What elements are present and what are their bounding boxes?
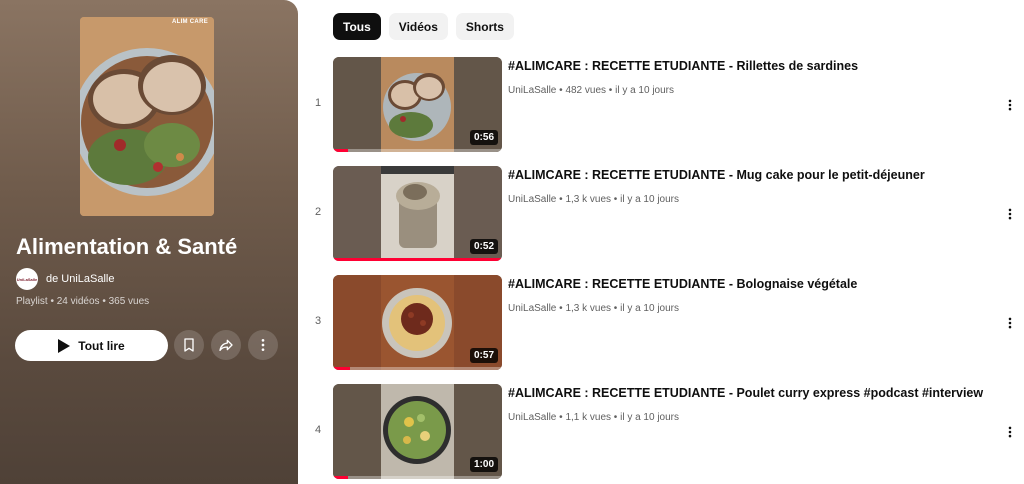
more-vert-icon: [1008, 208, 1012, 220]
video-views: 482 vues: [565, 85, 607, 96]
watch-progress: [333, 258, 502, 261]
more-vert-icon: [261, 339, 265, 351]
play-icon: [58, 338, 71, 353]
playlist-meta: Playlist • 24 vidéos • 365 vues: [16, 296, 150, 307]
video-meta: UniLaSalle • 1,3 k vues • il y a 10 jour…: [508, 194, 680, 205]
video-more-button[interactable]: [1000, 422, 1020, 442]
video-age: il y a 10 jours: [620, 303, 680, 314]
row-index: 1: [314, 97, 322, 109]
video-thumbnail[interactable]: 0:52: [333, 166, 502, 261]
cover-logo-text: ALIM CARE: [171, 19, 208, 25]
owner-name[interactable]: de UniLaSalle: [46, 273, 115, 285]
cover-image: [80, 17, 214, 216]
playlist-title: Alimentation & Santé: [16, 234, 238, 259]
video-channel[interactable]: UniLaSalle: [508, 85, 556, 96]
playlist-header-panel: ALIM CARE Alimentation & Santé UniLaSall…: [0, 0, 298, 484]
more-vert-icon: [1008, 426, 1012, 438]
watch-progress: [333, 367, 350, 370]
video-duration: 0:56: [469, 130, 498, 145]
video-row-1[interactable]: 1 0:56 #ALIMCARE : RECETTE ETUDIANTE - R…: [300, 57, 1024, 153]
video-meta: UniLaSalle • 1,3 k vues • il y a 10 jour…: [508, 303, 680, 314]
video-views: 1,3 k vues: [565, 194, 612, 205]
video-title[interactable]: #ALIMCARE : RECETTE ETUDIANTE - Bolognai…: [508, 277, 992, 291]
playlist-cover[interactable]: ALIM CARE: [80, 17, 214, 216]
play-all-button[interactable]: Tout lire: [15, 330, 168, 361]
filter-chips: Tous Vidéos Shorts: [333, 13, 514, 40]
video-views: 1,3 k vues: [565, 303, 612, 314]
row-index: 2: [314, 206, 322, 218]
video-thumbnail[interactable]: 1:00: [333, 384, 502, 479]
share-button[interactable]: [211, 330, 241, 360]
video-age: il y a 10 jours: [620, 194, 680, 205]
thumbnail-image: [381, 57, 454, 152]
video-more-button[interactable]: [1000, 204, 1020, 224]
thumbnail-image: [381, 275, 454, 370]
video-row-2[interactable]: 2 0:52 #ALIMCARE : RECETTE ETUDIANTE - M…: [300, 166, 1024, 262]
owner-avatar[interactable]: UniLaSalle: [16, 268, 38, 290]
watch-progress: [333, 476, 349, 479]
video-meta: UniLaSalle • 482 vues • il y a 10 jours: [508, 85, 675, 96]
playlist-page: ALIM CARE Alimentation & Santé UniLaSall…: [0, 0, 1024, 484]
video-more-button[interactable]: [1000, 313, 1020, 333]
video-meta: UniLaSalle • 1,1 k vues • il y a 10 jour…: [508, 412, 680, 423]
bookmark-icon: [184, 338, 194, 352]
video-channel[interactable]: UniLaSalle: [508, 412, 556, 423]
chip-shorts[interactable]: Shorts: [455, 13, 514, 40]
chip-all[interactable]: Tous: [333, 13, 381, 40]
row-index: 3: [314, 315, 322, 327]
save-playlist-button[interactable]: [174, 330, 204, 360]
video-title[interactable]: #ALIMCARE : RECETTE ETUDIANTE - Rillette…: [508, 59, 992, 73]
video-duration: 0:57: [469, 348, 498, 363]
video-views: 1,1 k vues: [565, 412, 612, 423]
video-title[interactable]: #ALIMCARE : RECETTE ETUDIANTE - Poulet c…: [508, 386, 992, 400]
more-vert-icon: [1008, 317, 1012, 329]
video-more-button[interactable]: [1000, 95, 1020, 115]
video-age: il y a 10 jours: [620, 412, 680, 423]
watch-progress: [333, 149, 349, 152]
video-channel[interactable]: UniLaSalle: [508, 303, 556, 314]
more-vert-icon: [1008, 99, 1012, 111]
video-row-3[interactable]: 3 0:57 #ALIMCARE : RECETTE ETUDIANTE - B…: [300, 275, 1024, 371]
video-duration: 1:00: [469, 457, 498, 472]
row-index: 4: [314, 424, 322, 436]
playlist-more-button[interactable]: [248, 330, 278, 360]
thumbnail-image: [381, 166, 454, 261]
video-duration: 0:52: [469, 239, 498, 254]
thumbnail-image: [381, 384, 454, 479]
video-row-4[interactable]: 4 1:00 #ALIMCARE : RECETTE ETUDIANTE - P…: [300, 384, 1024, 480]
play-all-label: Tout lire: [78, 338, 125, 353]
video-thumbnail[interactable]: 0:57: [333, 275, 502, 370]
video-title[interactable]: #ALIMCARE : RECETTE ETUDIANTE - Mug cake…: [508, 168, 992, 182]
video-channel[interactable]: UniLaSalle: [508, 194, 556, 205]
video-thumbnail[interactable]: 0:56: [333, 57, 502, 152]
share-icon: [219, 339, 233, 351]
chip-videos[interactable]: Vidéos: [388, 13, 448, 40]
playlist-owner[interactable]: UniLaSalle de UniLaSalle: [16, 268, 115, 290]
video-age: il y a 10 jours: [615, 85, 675, 96]
